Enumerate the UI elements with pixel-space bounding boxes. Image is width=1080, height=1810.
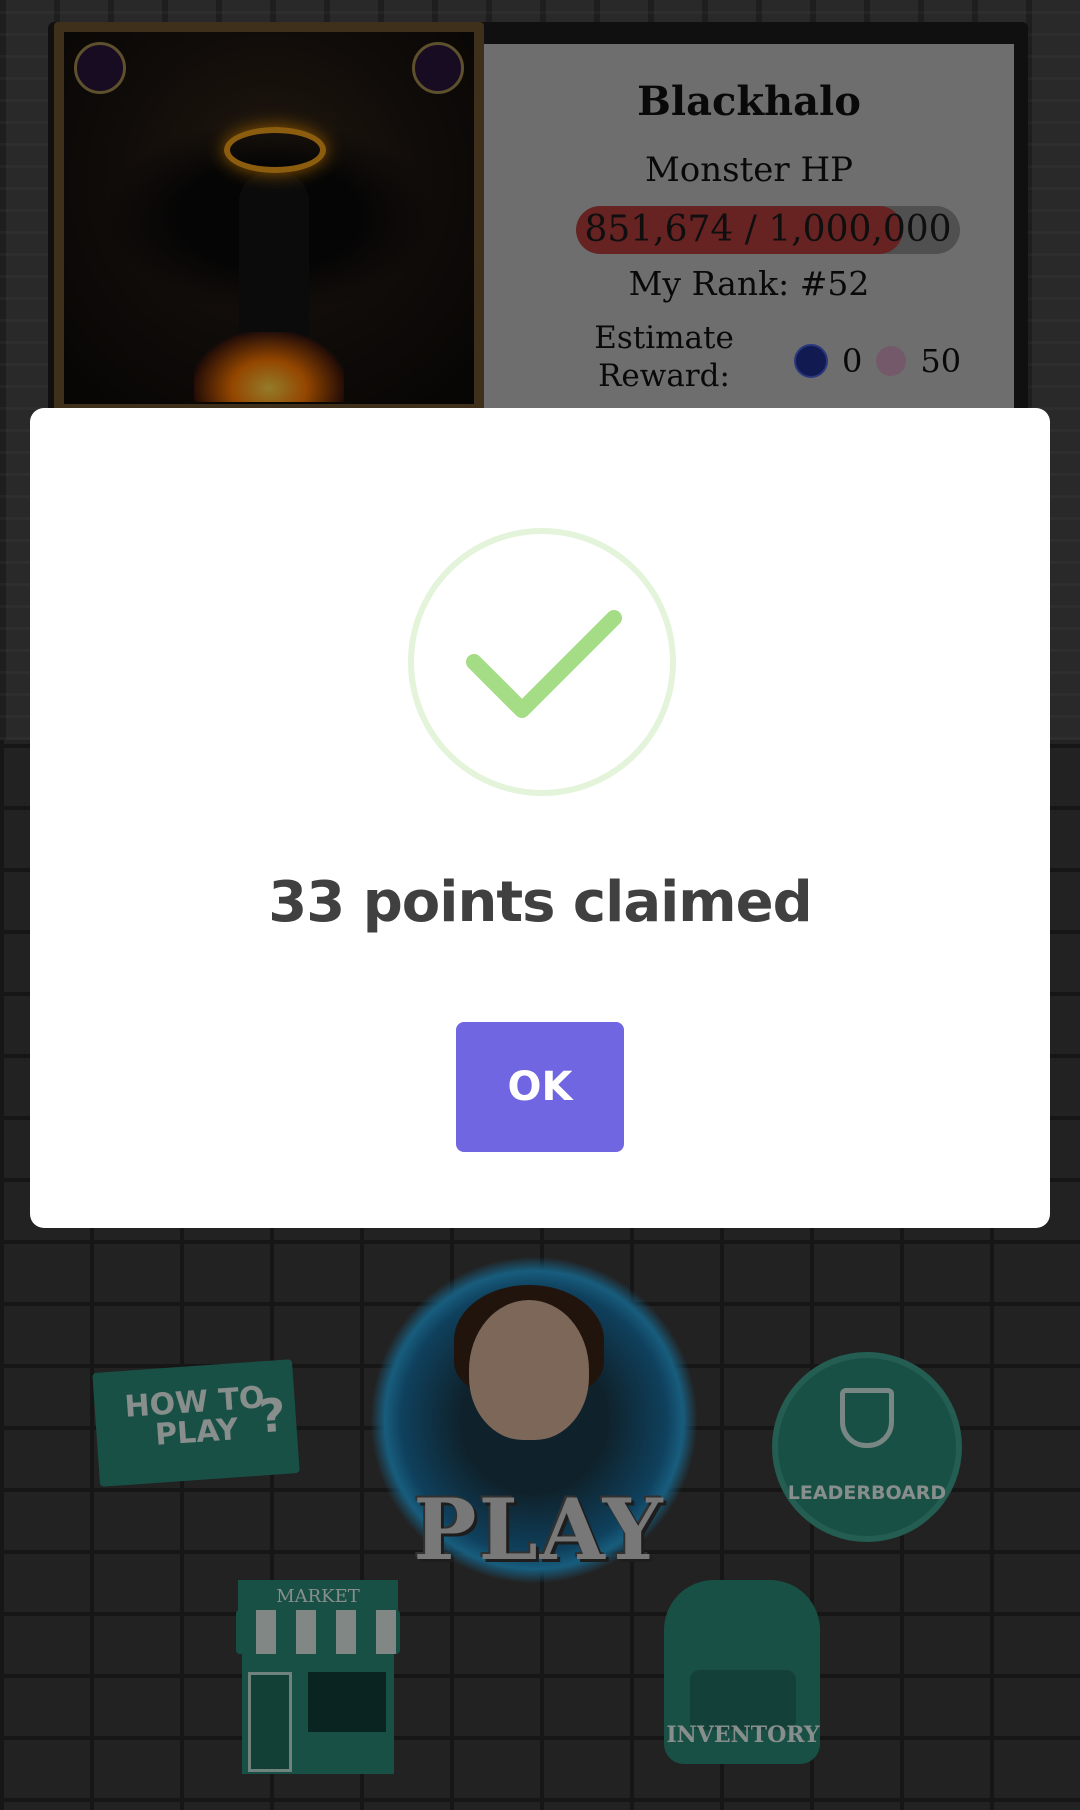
success-dialog: 33 points claimed OK — [30, 408, 1050, 1228]
dialog-title: 33 points claimed — [268, 870, 812, 935]
success-icon-ring — [408, 528, 676, 796]
checkmark-icon — [466, 610, 622, 718]
ok-button[interactable]: OK — [456, 1022, 624, 1152]
